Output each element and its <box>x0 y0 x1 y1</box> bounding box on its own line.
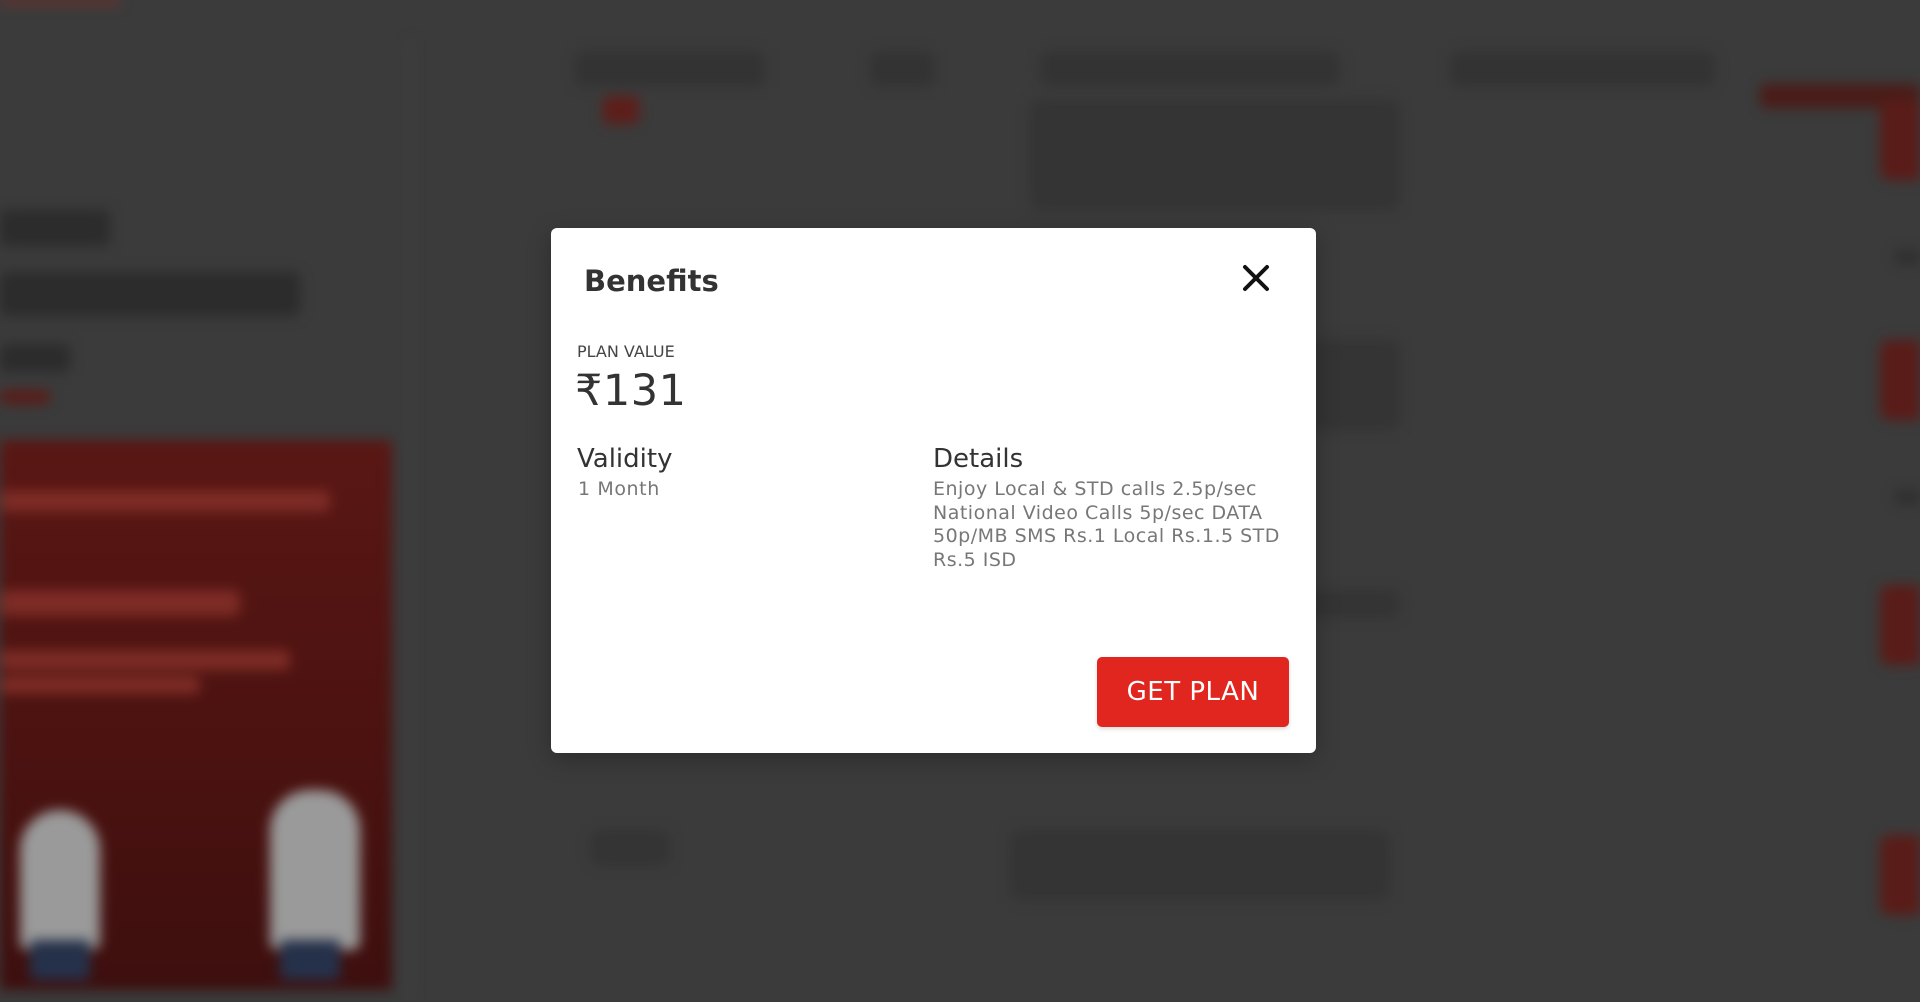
background-heading-fragment <box>0 210 110 246</box>
background-button <box>1880 835 1920 915</box>
modal-title: Benefits <box>584 264 719 298</box>
background-fragment <box>1895 490 1920 504</box>
benefits-modal: Benefits PLAN VALUE ₹131 Validity 1 Mont… <box>551 228 1316 753</box>
background-accent-line <box>0 0 120 4</box>
background-button <box>1880 340 1920 420</box>
plan-value-label: PLAN VALUE <box>577 342 675 361</box>
background-heading-fragment <box>0 344 70 372</box>
background-card <box>590 830 670 866</box>
close-button[interactable] <box>1236 258 1276 298</box>
validity-value: 1 Month <box>578 478 660 500</box>
background-heading-fragment <box>0 272 300 316</box>
background-card <box>1010 830 1390 900</box>
background-button <box>1880 100 1920 180</box>
background-button <box>1880 585 1920 665</box>
close-icon <box>1243 265 1269 291</box>
details-text: Enjoy Local & STD calls 2.5p/sec Nationa… <box>933 478 1280 571</box>
plan-value-amount: ₹131 <box>575 366 687 416</box>
get-plan-button[interactable]: GET PLAN <box>1097 657 1289 727</box>
background-badge <box>603 96 639 124</box>
details-label: Details <box>933 444 1024 474</box>
background-card <box>1030 100 1400 210</box>
background-heading-fragment <box>0 390 50 404</box>
validity-label: Validity <box>577 444 673 474</box>
background-divider <box>408 40 411 1000</box>
background-banner <box>0 440 392 990</box>
background-fragment <box>1895 250 1920 264</box>
